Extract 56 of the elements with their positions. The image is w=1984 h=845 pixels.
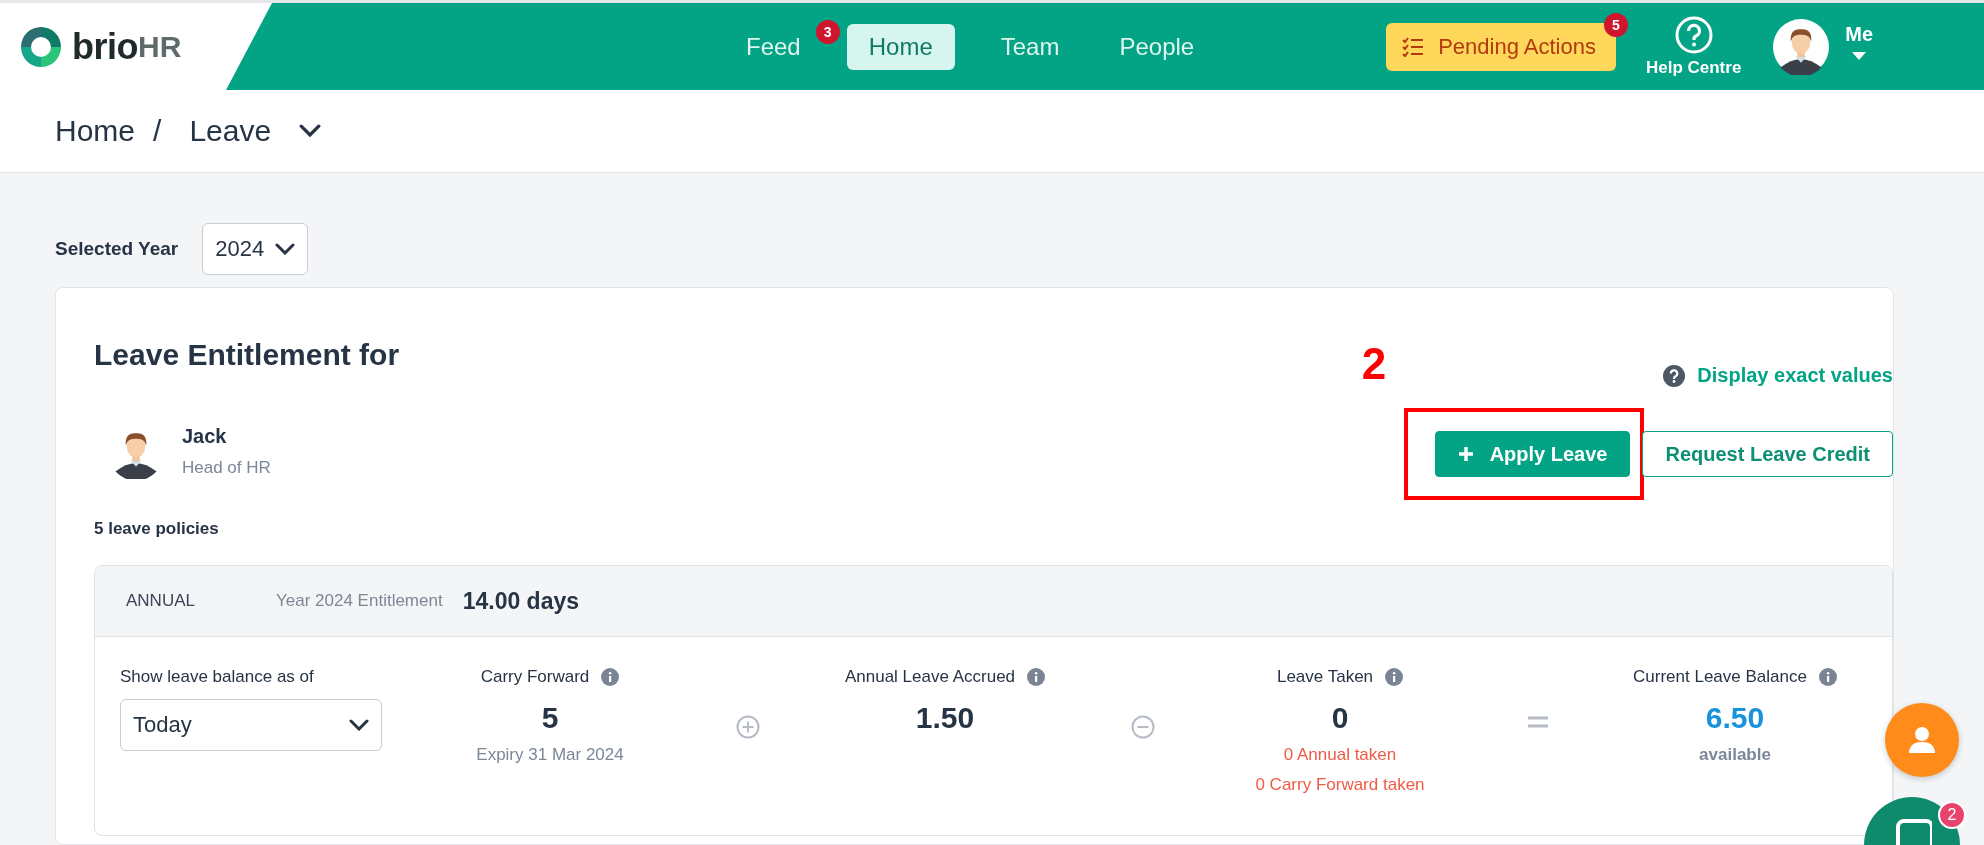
policy-count: 5 leave policies [94, 519, 220, 539]
chevron-down-icon [349, 719, 369, 731]
count-badge: 2 [1938, 801, 1966, 829]
person-icon [1908, 726, 1936, 754]
chevron-down-icon [275, 243, 296, 255]
balance-date-select[interactable]: Today [120, 699, 382, 751]
employee-name: Jack [182, 424, 228, 448]
year-label: Selected Year [55, 238, 179, 260]
stat-label: Annual Leave Accrued [844, 667, 1016, 687]
request-credit-button[interactable]: Request Leave Credit [1642, 431, 1893, 477]
breadcrumb-link[interactable]: Home [55, 114, 136, 148]
stat-value: 1.50 [915, 701, 975, 735]
info-icon [601, 668, 620, 686]
info-icon [1385, 668, 1404, 686]
stat-note: 0 Annual taken [1283, 745, 1397, 765]
entitlement-label: Year 2024 Entitlement [276, 591, 443, 611]
count-badge: 5 [1603, 13, 1628, 37]
help-icon [1674, 15, 1713, 54]
stat-label: Current Leave Balance [1633, 667, 1807, 687]
apply-leave-button[interactable]: Apply Leave [1434, 431, 1631, 477]
chevron-down-icon [299, 124, 322, 138]
help-centre-link[interactable]: Help Centre [1645, 3, 1742, 90]
annotation-number: 2 [1361, 339, 1387, 389]
breadcrumb-current: Leave [189, 114, 272, 148]
breadcrumb-separator: / [153, 114, 162, 148]
nav-tab[interactable]: Feed [732, 23, 815, 70]
stat-label: Carry Forward [480, 667, 590, 687]
nav-tab[interactable]: People [1105, 23, 1209, 70]
user-menu[interactable]: Me [1845, 23, 1874, 60]
stat-value: 0 [1331, 701, 1349, 735]
entitlement-value: 14.00 days [462, 587, 580, 615]
stat-value: 6.50 [1705, 701, 1765, 735]
balance-date-label: Show leave balance as of [120, 667, 314, 686]
card-title: Leave Entitlement for [94, 338, 400, 373]
year-select[interactable]: 2024 [202, 223, 309, 275]
stat-label: Leave Taken [1276, 667, 1374, 687]
nav-tab[interactable]: Team [986, 23, 1074, 70]
caret-icon [1852, 52, 1867, 60]
logo-wordmark: brio [72, 25, 138, 68]
count-badge: 3 [815, 19, 840, 44]
stat-note: Expiry 31 Mar 2024 [476, 745, 624, 765]
logo-suffix: HR [138, 29, 182, 64]
policy-name: ANNUAL [126, 591, 196, 611]
display-exact-values-link[interactable]: Display exact values [1663, 364, 1893, 387]
plus-icon [1457, 446, 1474, 462]
stat-value: 5 [541, 701, 559, 735]
info-icon [1818, 668, 1837, 686]
stat-note: 0 Carry Forward taken [1255, 775, 1425, 795]
avatar-icon [1773, 18, 1830, 75]
info-icon [1027, 668, 1046, 686]
checklist-icon [1402, 36, 1425, 57]
employee-role: Head of HR [182, 457, 271, 478]
stat-note: available [1699, 745, 1771, 765]
nav-tab[interactable]: Home [846, 23, 955, 70]
question-icon [1663, 364, 1686, 387]
profile-fab-button[interactable] [1885, 703, 1959, 777]
